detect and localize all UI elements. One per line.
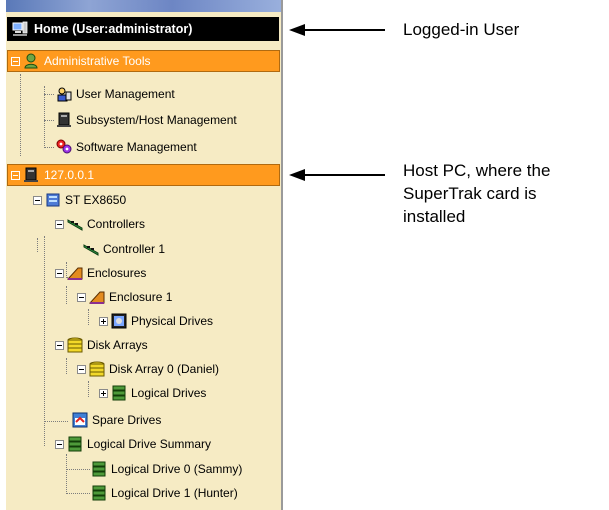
spare-drive-icon — [72, 412, 88, 428]
logical-drive-icon — [112, 385, 126, 401]
controller-card-icon — [83, 244, 99, 256]
expand-toggle[interactable] — [99, 388, 108, 398]
controller-1-label: Controller 1 — [103, 242, 166, 256]
home-node[interactable]: Home (User:administrator) — [7, 17, 279, 41]
tree-panel: Home (User:administrator) Administrative… — [6, 0, 283, 510]
tree-line — [66, 454, 67, 494]
user-management-label: User Management — [76, 87, 175, 101]
controllers-node[interactable]: Controllers — [55, 213, 145, 235]
physical-drive-icon — [111, 313, 127, 329]
subsystem-host-icon — [57, 112, 71, 127]
collapse-toggle[interactable] — [55, 219, 64, 229]
controller-1-node[interactable]: Controller 1 — [80, 238, 165, 260]
enclosure-icon — [89, 291, 105, 304]
physical-drives-label: Physical Drives — [131, 314, 214, 328]
tree-line — [88, 381, 89, 397]
tree-line — [44, 236, 45, 446]
disk-array-icon — [67, 337, 83, 353]
tree-line — [66, 286, 67, 304]
disk-arrays-node[interactable]: Disk Arrays — [55, 334, 148, 356]
logical-drive-1-label: Logical Drive 1 (Hunter) — [111, 486, 238, 500]
logical-drive-summary-label: Logical Drive Summary — [87, 437, 212, 451]
admin-tools-node[interactable]: Administrative Tools — [7, 50, 280, 72]
logical-drive-0-node[interactable]: Logical Drive 0 (Sammy) — [88, 458, 242, 480]
home-label: Home (User:administrator) — [34, 22, 193, 36]
collapse-toggle[interactable] — [55, 268, 64, 278]
logical-drive-1-node[interactable]: Logical Drive 1 (Hunter) — [88, 482, 238, 504]
controller-card-icon — [67, 219, 83, 231]
collapse-toggle[interactable] — [11, 56, 20, 66]
tree-line — [37, 238, 38, 252]
spare-drives-node[interactable]: Spare Drives — [69, 409, 161, 431]
admin-user-icon — [24, 53, 38, 69]
disk-array-0-label: Disk Array 0 (Daniel) — [109, 362, 220, 376]
controllers-label: Controllers — [87, 217, 146, 231]
host-pc-icon — [24, 167, 38, 182]
logical-drive-0-label: Logical Drive 0 (Sammy) — [111, 462, 243, 476]
host-node[interactable]: 127.0.0.1 — [7, 164, 280, 186]
disk-array-0-node[interactable]: Disk Array 0 (Daniel) — [77, 358, 219, 380]
logged-in-user-arrowhead — [289, 24, 305, 36]
enclosure-icon — [67, 267, 83, 280]
subsystem-label: ST EX8650 — [65, 193, 127, 207]
expand-toggle[interactable] — [99, 316, 108, 326]
home-computer-icon — [12, 21, 28, 36]
admin-tools-label: Administrative Tools — [44, 54, 151, 68]
title-strip — [6, 0, 283, 12]
enclosure-1-label: Enclosure 1 — [109, 290, 173, 304]
logical-drives-label: Logical Drives — [131, 386, 207, 400]
software-management-node[interactable]: Software Management — [53, 136, 197, 158]
tree-line — [44, 421, 68, 422]
tree-line — [44, 86, 45, 148]
disk-arrays-label: Disk Arrays — [87, 338, 148, 352]
subsystem-node[interactable]: ST EX8650 — [33, 189, 126, 211]
user-management-icon — [57, 87, 72, 102]
logical-drive-summary-node[interactable]: Logical Drive Summary — [55, 433, 211, 455]
logical-drive-icon — [92, 461, 106, 477]
logical-drive-icon — [68, 436, 82, 452]
physical-drives-node[interactable]: Physical Drives — [99, 310, 213, 332]
software-management-label: Software Management — [76, 140, 197, 154]
tree-line — [66, 493, 90, 494]
subsystem-host-management-label: Subsystem/Host Management — [76, 113, 237, 127]
tree-line — [88, 309, 89, 325]
host-annotation-line-3: installed — [403, 207, 466, 226]
collapse-toggle[interactable] — [77, 364, 86, 374]
host-annotation-line-1: Host PC, where the — [403, 161, 551, 180]
tree-line — [20, 74, 21, 156]
tree-line — [66, 469, 90, 470]
collapse-toggle[interactable] — [11, 170, 20, 180]
software-gear-icon — [56, 139, 72, 154]
logged-in-user-annotation: Logged-in User — [403, 20, 520, 39]
logical-drives-node[interactable]: Logical Drives — [99, 382, 206, 404]
spare-drives-label: Spare Drives — [92, 413, 162, 427]
tree-line — [66, 358, 67, 374]
collapse-toggle[interactable] — [55, 340, 64, 350]
subsystem-icon — [46, 193, 60, 207]
collapse-toggle[interactable] — [77, 292, 86, 302]
logical-drive-icon — [92, 485, 106, 501]
collapse-toggle[interactable] — [55, 439, 64, 449]
host-arrowhead — [289, 169, 305, 181]
collapse-toggle[interactable] — [33, 195, 42, 205]
host-annotation-line-2: SuperTrak card is — [403, 184, 537, 203]
enclosures-node[interactable]: Enclosures — [55, 262, 146, 284]
enclosure-1-node[interactable]: Enclosure 1 — [77, 286, 172, 308]
enclosures-label: Enclosures — [87, 266, 147, 280]
host-label: 127.0.0.1 — [44, 168, 95, 182]
disk-array-icon — [89, 361, 105, 377]
subsystem-host-management-node[interactable]: Subsystem/Host Management — [53, 109, 237, 131]
user-management-node[interactable]: User Management — [53, 83, 175, 105]
panel-splitter[interactable] — [281, 0, 283, 510]
